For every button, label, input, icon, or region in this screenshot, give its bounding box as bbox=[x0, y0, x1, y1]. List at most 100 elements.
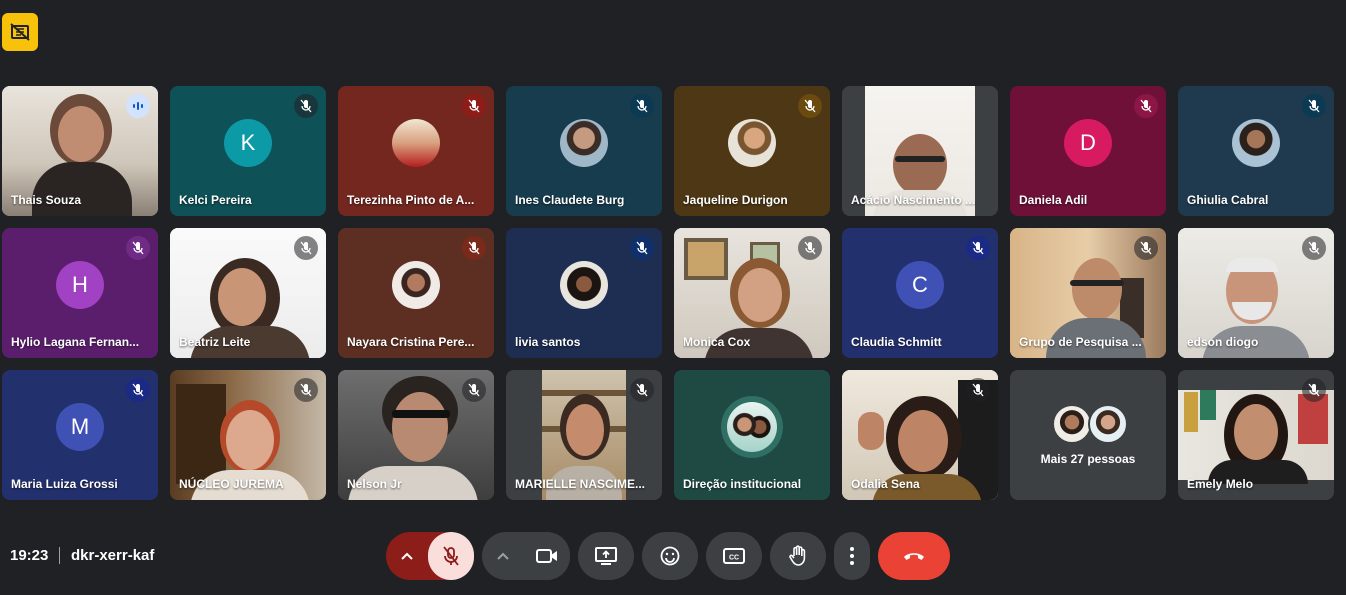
participant-name: Emely Melo bbox=[1187, 477, 1254, 491]
participant-tile[interactable]: Thais Souza bbox=[2, 86, 158, 216]
divider bbox=[59, 547, 60, 564]
participant-name: Grupo de Pesquisa ... bbox=[1019, 335, 1142, 349]
participant-name: Monica Cox bbox=[683, 335, 751, 349]
participant-tile[interactable]: edson diogo bbox=[1178, 228, 1334, 358]
participant-avatar bbox=[728, 119, 776, 168]
emoji-icon bbox=[660, 546, 680, 566]
mic-off-icon bbox=[462, 236, 486, 260]
participant-tile[interactable]: Emely Melo bbox=[1178, 370, 1334, 500]
mic-off-icon bbox=[443, 546, 459, 566]
participant-name: Odalia Sena bbox=[851, 477, 920, 491]
video-options-button[interactable] bbox=[482, 532, 524, 580]
participant-tile[interactable]: Odalia Sena bbox=[842, 370, 998, 500]
participant-tile[interactable]: Monica Cox bbox=[674, 228, 830, 358]
mic-toggle-button[interactable] bbox=[428, 532, 474, 580]
participant-tile[interactable]: Nayara Cristina Pere... bbox=[338, 228, 494, 358]
chevron-up-icon bbox=[401, 552, 413, 560]
participant-name: Nayara Cristina Pere... bbox=[347, 335, 475, 349]
mic-off-icon bbox=[1302, 236, 1326, 260]
participant-video bbox=[1178, 390, 1334, 484]
mic-off-icon bbox=[462, 94, 486, 118]
participant-tile[interactable]: Ines Claudete Burg bbox=[506, 86, 662, 216]
mic-off-icon bbox=[126, 236, 150, 260]
mic-off-icon bbox=[798, 94, 822, 118]
participant-tile[interactable]: C Claudia Schmitt bbox=[842, 228, 998, 358]
participant-name: Kelci Pereira bbox=[179, 193, 252, 207]
captions-button[interactable]: CC bbox=[706, 532, 762, 580]
mic-off-icon bbox=[966, 378, 990, 402]
more-participants-avatars bbox=[1052, 404, 1132, 446]
emoji-reaction-button[interactable] bbox=[642, 532, 698, 580]
participant-name: Beatriz Leite bbox=[179, 335, 251, 349]
present-button[interactable] bbox=[578, 532, 634, 580]
participant-name: Hylio Lagana Fernan... bbox=[11, 335, 140, 349]
mic-off-icon bbox=[462, 378, 486, 402]
participant-name: Terezinha Pinto de A... bbox=[347, 193, 475, 207]
participant-name: Nelson Jr bbox=[347, 477, 402, 491]
participant-initial: H bbox=[56, 261, 104, 310]
participant-name: edson diogo bbox=[1187, 335, 1259, 349]
svg-text:CC: CC bbox=[729, 555, 739, 562]
participant-tile[interactable]: M Maria Luiza Grossi bbox=[2, 370, 158, 500]
mic-off-icon bbox=[630, 94, 654, 118]
participant-name: Ghiulia Cabral bbox=[1187, 193, 1269, 207]
meeting-code: dkr-xerr-kaf bbox=[71, 547, 155, 564]
participant-name: Maria Luiza Grossi bbox=[11, 477, 118, 491]
participant-tile[interactable]: Terezinha Pinto de A... bbox=[338, 86, 494, 216]
participant-tile[interactable]: livia santos bbox=[506, 228, 662, 358]
camera-toggle-button[interactable] bbox=[524, 532, 570, 580]
no-video-badge[interactable] bbox=[2, 13, 38, 51]
raise-hand-button[interactable] bbox=[770, 532, 826, 580]
participant-name: Jaqueline Durigon bbox=[683, 193, 788, 207]
more-vert-icon bbox=[850, 547, 854, 565]
mic-off-icon bbox=[294, 236, 318, 260]
participant-avatar bbox=[1232, 119, 1280, 168]
audio-options-button[interactable] bbox=[386, 532, 428, 580]
participant-tile[interactable]: Ghiulia Cabral bbox=[1178, 86, 1334, 216]
participant-tile[interactable]: NÚCLEO JUREMA bbox=[170, 370, 326, 500]
participant-avatar bbox=[560, 119, 608, 168]
avatar bbox=[1088, 404, 1128, 444]
participant-tile[interactable]: Beatriz Leite bbox=[170, 228, 326, 358]
participant-name: NÚCLEO JUREMA bbox=[179, 477, 284, 491]
participant-initial: D bbox=[1064, 119, 1112, 168]
control-bar: 19:23 dkr-xerr-kaf CC bbox=[0, 520, 1346, 595]
participant-name: Claudia Schmitt bbox=[851, 335, 942, 349]
participant-tile[interactable]: Jaqueline Durigon bbox=[674, 86, 830, 216]
mic-off-icon bbox=[294, 94, 318, 118]
more-participants-tile[interactable]: Mais 27 pessoas bbox=[1010, 370, 1166, 500]
participant-tile[interactable]: Direção institucional bbox=[674, 370, 830, 500]
call-end-icon bbox=[904, 553, 924, 560]
participant-name: Thais Souza bbox=[11, 193, 82, 207]
mic-off-icon bbox=[294, 378, 318, 402]
camera-control bbox=[482, 532, 570, 580]
participant-tile[interactable]: Nelson Jr bbox=[338, 370, 494, 500]
mic-off-icon bbox=[126, 378, 150, 402]
no-video-badge-icon bbox=[10, 23, 30, 41]
meeting-time: 19:23 bbox=[10, 547, 49, 564]
participant-tile[interactable]: D Daniela Adil bbox=[1010, 86, 1166, 216]
participant-initial: C bbox=[896, 261, 944, 310]
participant-name: Acácio Nascimento ... bbox=[851, 193, 976, 207]
more-options-button[interactable] bbox=[834, 532, 870, 580]
participant-avatar bbox=[560, 261, 608, 310]
participant-avatar bbox=[392, 119, 440, 168]
participant-tile[interactable]: MARIELLE NASCIME... bbox=[506, 370, 662, 500]
participant-name: Direção institucional bbox=[683, 477, 802, 491]
mic-off-icon bbox=[630, 378, 654, 402]
participant-name: Ines Claudete Burg bbox=[515, 193, 625, 207]
participant-grid: Thais Souza K Kelci Pereira Terezinha Pi… bbox=[2, 86, 1336, 500]
leave-call-button[interactable] bbox=[878, 532, 950, 580]
participant-tile[interactable]: Acácio Nascimento ... bbox=[842, 86, 998, 216]
mic-off-icon bbox=[1302, 378, 1326, 402]
mic-off-icon bbox=[1134, 94, 1158, 118]
participant-tile[interactable]: K Kelci Pereira bbox=[170, 86, 326, 216]
mic-off-icon bbox=[630, 236, 654, 260]
chevron-up-icon bbox=[497, 552, 509, 560]
mic-off-icon bbox=[966, 236, 990, 260]
participant-tile[interactable]: Grupo de Pesquisa ... bbox=[1010, 228, 1166, 358]
videocam-icon bbox=[536, 549, 557, 563]
more-participants-label: Mais 27 pessoas bbox=[1040, 452, 1136, 466]
participant-name: MARIELLE NASCIME... bbox=[515, 477, 646, 491]
participant-tile[interactable]: H Hylio Lagana Fernan... bbox=[2, 228, 158, 358]
